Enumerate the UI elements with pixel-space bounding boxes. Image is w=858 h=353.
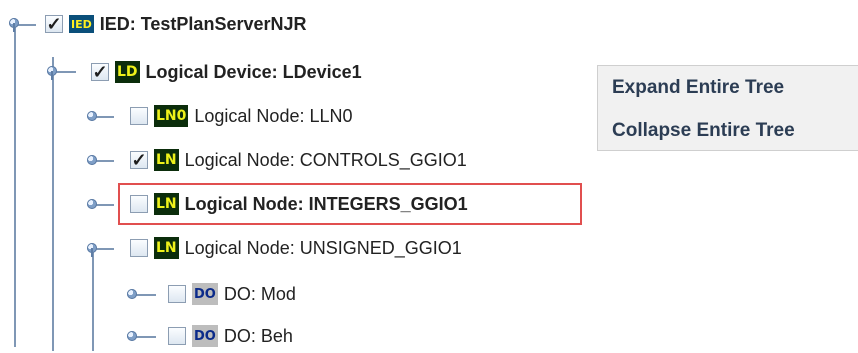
- tree-line: [136, 294, 156, 296]
- do-badge-icon: DO: [192, 325, 218, 347]
- tree-row-unsigned[interactable]: LN Logical Node: UNSIGNED_GGIO1: [130, 231, 462, 265]
- tree-node-label: Logical Node: CONTROLS_GGIO1: [184, 149, 467, 170]
- toggle-handle-ied[interactable]: [9, 18, 19, 32]
- checkbox-ld[interactable]: ✓: [91, 63, 109, 81]
- ln-badge-icon: LN: [154, 149, 179, 171]
- toggle-handle-controls[interactable]: [87, 155, 97, 165]
- tree-node-label: IED: TestPlanServerNJR: [99, 13, 307, 34]
- tree-row-controls[interactable]: ✓ LN Logical Node: CONTROLS_GGIO1: [130, 143, 467, 177]
- ied-tree: ✓ IED IED: TestPlanServerNJR ✓ LD Logica…: [0, 0, 600, 352]
- tree-line: [136, 336, 156, 338]
- tree-line: [52, 57, 54, 351]
- tree-line: [96, 248, 114, 250]
- tree-line: [18, 24, 36, 26]
- checkbox-integers[interactable]: [130, 195, 148, 213]
- tree-row-ld[interactable]: ✓ LD Logical Device: LDevice1: [91, 55, 362, 89]
- checkbox-controls[interactable]: ✓: [130, 151, 148, 169]
- tree-row-ied[interactable]: ✓ IED IED: TestPlanServerNJR: [45, 7, 307, 41]
- tree-node-label: Logical Device: LDevice1: [145, 61, 362, 82]
- tree-row-mod[interactable]: DO DO: Mod: [168, 277, 296, 311]
- tree-row-integers[interactable]: LN Logical Node: INTEGERS_GGIO1: [130, 187, 468, 221]
- tree-line: [96, 204, 114, 206]
- tree-node-label: DO: Mod: [223, 283, 296, 304]
- checkbox-unsigned[interactable]: [130, 239, 148, 257]
- ld-badge-icon: LD: [115, 61, 140, 83]
- tree-line: [92, 252, 94, 351]
- tree-node-label: Logical Node: LLN0: [194, 105, 353, 126]
- context-menu: Expand Entire Tree Collapse Entire Tree: [597, 65, 858, 151]
- tree-line: [96, 116, 114, 118]
- expand-entire-tree-item[interactable]: Expand Entire Tree: [598, 66, 858, 109]
- tree-row-beh[interactable]: DO DO: Beh: [168, 319, 293, 353]
- checkbox-ied[interactable]: ✓: [45, 15, 63, 33]
- checkbox-beh[interactable]: [168, 327, 186, 345]
- tree-node-label: DO: Beh: [223, 325, 293, 346]
- tree-node-label: Logical Node: INTEGERS_GGIO1: [184, 193, 468, 214]
- collapse-entire-tree-item[interactable]: Collapse Entire Tree: [598, 109, 858, 152]
- checkbox-lln0[interactable]: [130, 107, 148, 125]
- ln-badge-icon: LN: [154, 193, 179, 215]
- tree-line: [14, 25, 16, 347]
- ied-badge-icon: IED: [69, 15, 94, 33]
- tree-row-lln0[interactable]: LN0 Logical Node: LLN0: [130, 99, 353, 133]
- toggle-handle-mod[interactable]: [127, 289, 137, 299]
- tree-node-label: Logical Node: UNSIGNED_GGIO1: [184, 237, 462, 258]
- toggle-handle-lln0[interactable]: [87, 111, 97, 121]
- toggle-handle-ld[interactable]: [47, 66, 57, 80]
- toggle-handle-beh[interactable]: [127, 331, 137, 341]
- toggle-handle-integers[interactable]: [87, 199, 97, 209]
- checkbox-mod[interactable]: [168, 285, 186, 303]
- ln-badge-icon: LN: [154, 237, 179, 259]
- toggle-handle-unsigned[interactable]: [87, 243, 97, 257]
- tree-line: [56, 71, 76, 73]
- ln0-badge-icon: LN0: [154, 105, 189, 127]
- do-badge-icon: DO: [192, 283, 218, 305]
- tree-line: [96, 160, 114, 162]
